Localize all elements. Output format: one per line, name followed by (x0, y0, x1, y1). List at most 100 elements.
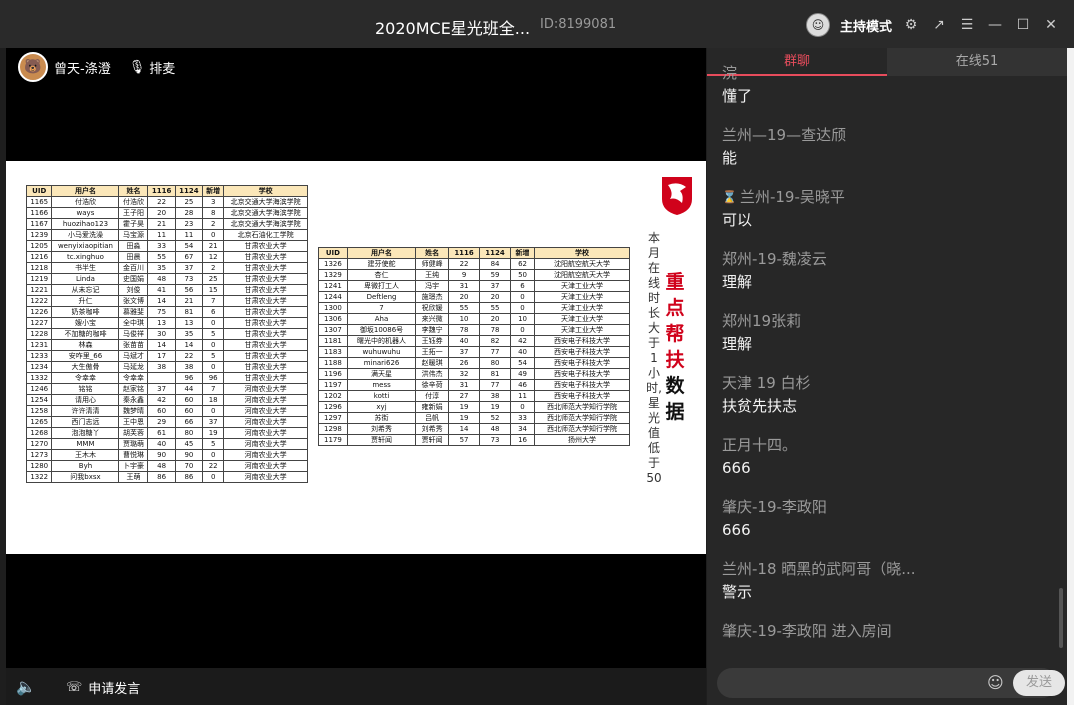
table-cell: 11 (147, 229, 176, 241)
table-cell: 22 (174, 350, 204, 362)
table-cell: 金百川 (118, 262, 149, 274)
settings-icon[interactable]: ⚙ (902, 16, 920, 34)
table-cell: 刘俊 (118, 284, 149, 296)
table-cell: 1228 (25, 328, 53, 340)
message-sender[interactable]: 郑州-19-魏凌云 (722, 248, 1052, 270)
table-cell: 1265 (25, 416, 53, 428)
table-cell: 18 (202, 394, 225, 406)
table-cell: 40 (448, 335, 481, 347)
table-cell: 60 (174, 405, 204, 417)
table-cell: 21 (147, 218, 176, 230)
table-cell: 20 (479, 291, 512, 303)
table-cell: 67 (174, 251, 204, 263)
message-sender[interactable]: 兰州-18 晒黑的武阿哥（晓... (722, 558, 1052, 580)
message-text: 可以 (722, 211, 753, 229)
table-cell: 付浩欣 (51, 196, 120, 208)
message-text: 666 (722, 459, 751, 477)
slide-title-red: 重点帮扶 (665, 271, 685, 371)
table-cell: 甘肃农业大学 (223, 350, 308, 362)
table-cell: 3 (202, 196, 225, 208)
table-cell: 38 (174, 361, 204, 373)
message-sender[interactable]: ⌛ 兰州-19-吴晓平 (722, 186, 1052, 208)
table-cell: 5 (202, 328, 225, 340)
table-cell: xyj (346, 401, 417, 413)
table-cell: 1329 (318, 269, 348, 281)
table-row: 1297 苏街 吕帆 19 52 33 西北师范大学知行学院 (318, 412, 630, 424)
table-cell: 77 (479, 379, 512, 391)
table-cell: 80 (174, 427, 204, 439)
apply-speak-button[interactable]: ☏ 申请发言 (66, 678, 140, 697)
table-cell: 1234 (25, 361, 53, 373)
table-cell: 马俊祥 (118, 328, 149, 340)
close-icon[interactable]: ✕ (1042, 16, 1060, 34)
host-avatar[interactable]: ☺ (805, 13, 830, 37)
chat-input[interactable]: ☺ 发送 (717, 668, 1065, 698)
data-table-left: UID 用户名 姓名 1116 1124 新增 学校 1165 付浩欣 付浩欣 22 25 3 北京交通… (25, 185, 308, 483)
table-header-cell: 用户名 (346, 247, 417, 259)
table-cell: 0 (202, 361, 225, 373)
table-cell: 田晨 (118, 251, 149, 263)
message-sender[interactable]: 肇庆-19-李政阳 (722, 496, 1052, 518)
table-cell: 1183 (318, 346, 348, 358)
table-cell: 1165 (25, 196, 53, 208)
table-cell: 2 (202, 262, 225, 274)
table-cell: 55 (448, 302, 481, 314)
send-button[interactable]: 发送 (1013, 670, 1065, 696)
table-cell: 祝欣媛 (415, 302, 450, 314)
table-cell: 38 (479, 390, 512, 402)
mic-queue-button[interactable]: 🎙 排麦 (129, 58, 176, 77)
message-text: 理解 (722, 335, 753, 353)
table-cell: 10 (448, 313, 481, 325)
table-cell: 西安电子科技大学 (534, 368, 630, 380)
table-header-cell: 用户名 (51, 185, 120, 197)
table-cell: 31 (448, 280, 481, 292)
chat-scrollbar[interactable] (1059, 588, 1063, 648)
table-cell: 甘肃农业大学 (223, 339, 308, 351)
table-header-cell: 新增 (202, 185, 225, 197)
table-cell: 甘肃农业大学 (223, 273, 308, 285)
message-list: 浣懂了 兰州—19—查达颀能 ⌛ 兰州-19-吴晓平 可以 郑州-19-魏凌云 理解 郑州19… (722, 64, 1052, 682)
table-cell: 19 (448, 412, 481, 424)
table-cell: 1322 (25, 471, 53, 483)
message-text: 扶贫先扶志 (722, 397, 798, 415)
table-cell: 慕雅斐 (118, 306, 149, 318)
maximize-icon[interactable]: ☐ (1014, 16, 1032, 34)
table-cell: 8 (202, 207, 225, 219)
volume-icon[interactable]: 🔈 (16, 677, 36, 696)
message-sender-name: 郑州19张莉 (722, 312, 802, 330)
table-cell: 1246 (25, 383, 53, 395)
table-cell: 1307 (318, 324, 348, 336)
table-row: 1197 mess 徐辛荷 31 77 46 西安电子科技大学 (318, 379, 630, 391)
table-cell: 62 (510, 258, 536, 270)
table-cell: 1231 (25, 339, 53, 351)
message-sender[interactable]: 浣 (722, 62, 1052, 84)
table-cell: 0 (202, 229, 225, 241)
host-mode-label[interactable]: 主持模式 (840, 16, 892, 35)
minimize-icon[interactable]: — (986, 16, 1004, 34)
message-sender[interactable]: 兰州—19—查达颀 (722, 124, 1052, 146)
table-cell: 81 (479, 368, 512, 380)
message-sender-name: 浣 (722, 64, 738, 82)
message-text: 懂了 (722, 87, 753, 105)
table-cell: 41 (147, 284, 176, 296)
table-cell: 15 (202, 284, 225, 296)
table-cell: ways (51, 207, 120, 219)
message-sender[interactable]: 肇庆-19-李政阳 进入房间 (722, 620, 1052, 642)
table-row: 1322 问我bxsx 王萌 86 86 0 河南农业大学 (25, 471, 308, 483)
table-row: 1216 tc.xinghuo 田晨 55 67 12 甘肃农业大学 (25, 251, 308, 263)
table-header-cell: 1116 (448, 247, 481, 259)
popout-icon[interactable]: ↗ (930, 16, 948, 34)
table-cell: 11 (174, 229, 204, 241)
message-sender[interactable]: 郑州19张莉 (722, 310, 1052, 332)
message-sender[interactable]: 正月十四。 (722, 434, 1052, 456)
message-sender[interactable]: 天津 19 白杉 (722, 372, 1052, 394)
table-cell: 霍子昊 (118, 218, 149, 230)
table-cell: 沈阳航空航天大学 (534, 258, 630, 270)
table-cell: 7 (202, 383, 225, 395)
message-sender-name: 兰州—19—查达颀 (722, 126, 847, 144)
table-cell: 37 (448, 346, 481, 358)
table-cell: 徐辛荷 (415, 379, 450, 391)
emoji-icon[interactable]: ☺ (987, 673, 1004, 692)
menu-icon[interactable]: ☰ (958, 16, 976, 34)
table-row: 1246 铭铭 赵家铭 37 44 7 河南农业大学 (25, 383, 308, 395)
